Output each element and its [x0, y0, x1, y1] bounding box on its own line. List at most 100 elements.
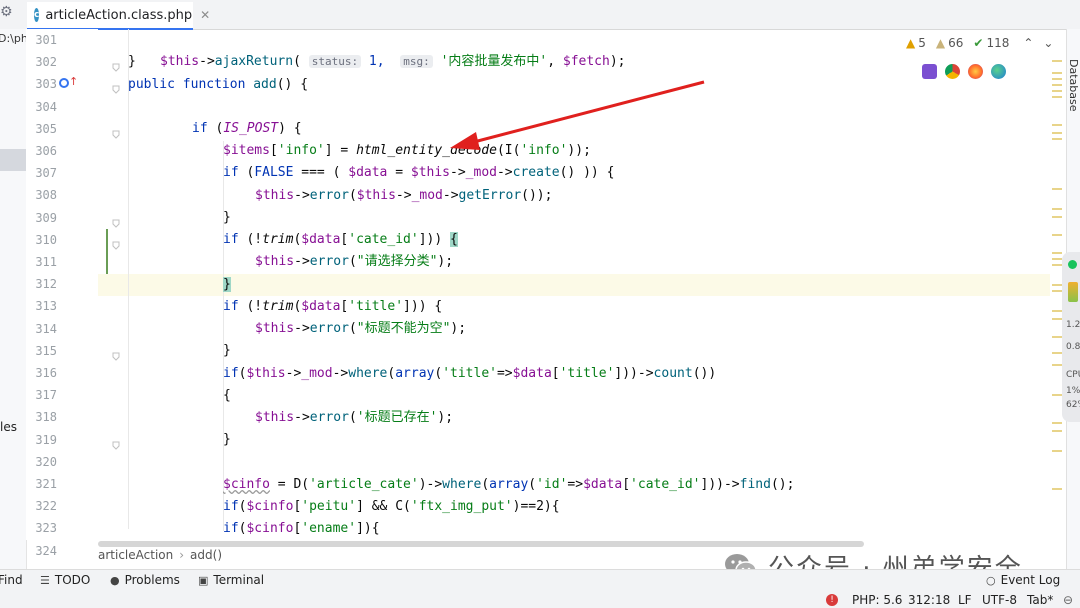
chrome-icon[interactable]: [945, 64, 960, 79]
list-icon: ☰: [40, 573, 50, 587]
param-hint: status:: [308, 55, 362, 68]
line-number: 315: [35, 343, 57, 358]
tab-filename: articleAction.class.php: [45, 7, 193, 23]
code-line-306: $items['info'] = html_entity_decode(I('i…: [223, 143, 591, 158]
gear-icon[interactable]: ⚙: [0, 4, 14, 22]
file-encoding[interactable]: UTF-8: [982, 593, 1017, 607]
line-number: 324: [35, 543, 57, 558]
line-number: 305: [35, 121, 57, 136]
code-editor[interactable]: $this->ajaxReturn( status: 1, msg: '内容批量…: [98, 29, 1050, 540]
line-number: 302: [35, 55, 57, 70]
line-number: 317: [35, 388, 57, 403]
tool-window-bar: Find ☰ TODO ● Problems ▣ Terminal ○ Event Lo…: [0, 569, 1080, 592]
terminal-tool-button[interactable]: ▣ Terminal: [198, 573, 264, 587]
check-icon: ✔: [973, 36, 984, 50]
database-tool-tab[interactable]: Database: [1067, 59, 1080, 112]
line-number: 309: [35, 210, 57, 225]
event-log-tool-button[interactable]: ○ Event Log: [986, 573, 1060, 587]
php-version[interactable]: PHP: 5.6: [852, 593, 902, 607]
code-line-311: $this->error("请选择分类");: [255, 254, 454, 269]
ok-count: 118: [986, 36, 1010, 50]
code-line-322: if($cinfo['peitu'] && C('ftx_img_put')==…: [223, 499, 560, 514]
find-tool-button[interactable]: Find: [0, 573, 23, 587]
warnings-count: 5: [918, 36, 926, 50]
editor-tab-bar: ⚙ c articleAction.class.php ✕: [0, 0, 1080, 30]
indent-guide: [223, 141, 224, 531]
horizontal-scrollbar[interactable]: [98, 540, 864, 548]
line-number: 312: [35, 277, 57, 292]
phpstorm-browser-icon[interactable]: [922, 64, 937, 79]
perf-label: CPU: [1066, 370, 1080, 380]
weak-warnings-count: 66: [948, 36, 964, 50]
editor-tab[interactable]: c articleAction.class.php ✕: [27, 2, 210, 30]
perf-value: 62%: [1066, 400, 1080, 410]
line-number: 308: [35, 188, 57, 203]
status-bar: ! PHP: 5.6 312:18 LF UTF-8 Tab* ⊖: [0, 591, 1080, 608]
line-number: 301: [35, 33, 57, 47]
problems-tool-button[interactable]: ● Problems: [110, 573, 180, 587]
project-panel: D:\ph les: [0, 29, 27, 569]
project-selected-item[interactable]: [0, 149, 26, 171]
search-icon: ○: [986, 573, 996, 587]
error-icon[interactable]: !: [826, 594, 838, 606]
code-line-301: $this->ajaxReturn( status: 1, msg: '内容批量…: [160, 54, 626, 69]
code-line-321: $cinfo = D('article_cate')->where(array(…: [223, 477, 795, 492]
terminal-icon: ▣: [198, 573, 209, 587]
current-line-highlight: [98, 274, 1050, 296]
perf-value: 1.2: [1066, 320, 1080, 330]
code-line-323: if($cinfo['ename']){: [223, 521, 380, 536]
line-separator[interactable]: LF: [958, 593, 972, 607]
project-item-label[interactable]: les: [0, 420, 17, 434]
line-number: 313: [35, 299, 57, 314]
code-line-302: }: [128, 54, 136, 69]
indent-guide: [128, 29, 129, 529]
lock-icon[interactable]: ⊖: [1063, 593, 1073, 607]
matched-brace: {: [450, 232, 458, 247]
close-icon[interactable]: ✕: [200, 8, 210, 22]
info-icon: ●: [110, 573, 120, 587]
code-line-318: $this->error('标题已存在');: [255, 410, 454, 425]
param-hint: msg:: [400, 55, 433, 68]
chevron-up-icon[interactable]: ⌃: [1023, 36, 1033, 50]
perf-value: 0.8: [1066, 342, 1080, 352]
breadcrumb-method[interactable]: add(): [190, 548, 222, 562]
status-dot: [1068, 260, 1077, 269]
inspection-widget[interactable]: ▲ 5 ▲ 66 ✔ 118 ⌃ ⌄: [906, 34, 1053, 52]
editor-gutter: ↑ 301 302 303 304 305 306 307 308 309 310 311 312 31…: [26, 29, 120, 558]
up-arrow-icon[interactable]: ↑: [69, 75, 78, 88]
code-line-317: {: [223, 388, 231, 403]
code-line-308: $this->error($this->_mod->getError());: [255, 188, 553, 203]
line-number: 310: [35, 232, 57, 247]
code-line-313: if (!trim($data['title'])) {: [223, 299, 443, 314]
code-line-309: }: [223, 210, 231, 225]
code-line-307: if (FALSE === ( $data = $this->_mod->cre…: [223, 165, 615, 180]
matched-brace: }: [223, 277, 231, 292]
perf-value: 1%: [1066, 386, 1080, 396]
code-line-305: if (IS_POST) {: [192, 121, 302, 136]
weak-warning-icon: ▲: [935, 36, 946, 50]
edge-icon[interactable]: [991, 64, 1006, 79]
code-line-315: }: [223, 343, 231, 358]
code-line-312: }: [223, 274, 231, 296]
usage-bar: [1068, 282, 1078, 302]
line-number: 320: [35, 454, 57, 469]
todo-tool-button[interactable]: ☰ TODO: [40, 573, 90, 587]
code-line-314: $this->error("标题不能为空");: [255, 321, 467, 336]
caret-position[interactable]: 312:18: [908, 593, 950, 607]
breadcrumb-class[interactable]: articleAction: [98, 548, 173, 562]
code-line-316: if($this->_mod->where(array('title'=>$da…: [223, 366, 717, 381]
error-stripe[interactable]: [1050, 52, 1062, 502]
line-number: 316: [35, 366, 57, 380]
line-number: 319: [35, 432, 57, 447]
line-number: 307: [35, 166, 57, 181]
php-class-icon: c: [34, 8, 40, 22]
warning-icon: ▲: [906, 36, 916, 50]
firefox-icon[interactable]: [968, 64, 983, 79]
code-line-319: }: [223, 432, 231, 447]
line-number: 318: [35, 410, 57, 425]
breadcrumb: articleAction › add(): [98, 548, 222, 562]
scrollbar-thumb[interactable]: [98, 541, 864, 547]
override-method-icon[interactable]: [59, 78, 69, 88]
chevron-down-icon[interactable]: ⌄: [1043, 36, 1053, 50]
indent-setting[interactable]: Tab*: [1027, 593, 1053, 607]
